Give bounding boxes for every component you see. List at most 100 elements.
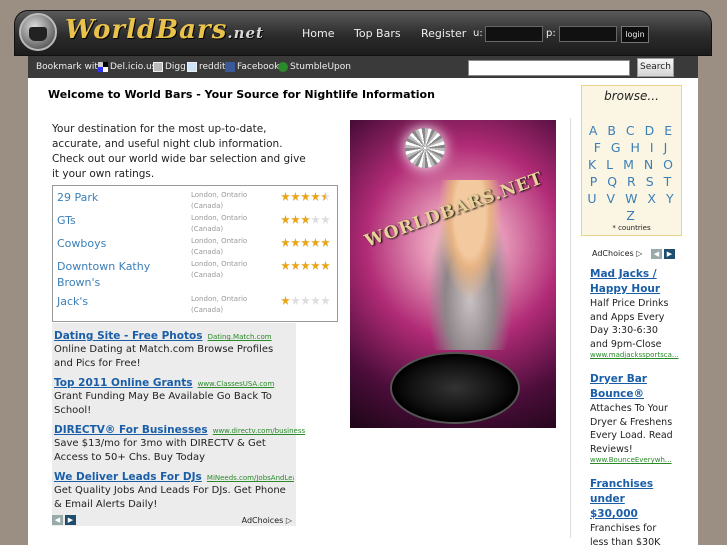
bar-link[interactable]: 29 Park [57, 190, 185, 206]
site-header: WorldBars.net Home Top Bars Register u: … [14, 10, 712, 56]
star-icon [311, 296, 320, 305]
next-arrow-icon[interactable]: ▶ [65, 515, 76, 525]
countries-link[interactable]: * countries [582, 224, 681, 232]
search-input[interactable] [468, 60, 630, 76]
delicious-icon [98, 62, 108, 72]
bar-link[interactable]: Downtown Kathy Brown's [57, 259, 185, 291]
next-arrow-icon[interactable]: ▶ [664, 249, 675, 259]
ad-nav: ◀ ▶ [651, 249, 675, 259]
nav-register[interactable]: Register [421, 27, 466, 40]
star-icon [321, 215, 330, 224]
star-icon [291, 261, 300, 270]
logo-suffix: .net [227, 24, 264, 42]
divider [570, 118, 571, 538]
star-icon [311, 215, 320, 224]
star-icon [301, 296, 310, 305]
adchoices-label[interactable]: AdChoices ▷ [592, 249, 642, 258]
nav-home[interactable]: Home [302, 27, 334, 40]
bookmark-facebook[interactable]: Facebook [225, 62, 279, 72]
ad-item: Dryer Bar Bounce® Attaches To Your Dryer… [590, 372, 676, 464]
turntable-icon [390, 352, 520, 424]
star-icon [291, 215, 300, 224]
rating-stars [281, 296, 330, 305]
adchoices-label[interactable]: AdChoices ▷ [242, 516, 292, 525]
prev-arrow-icon[interactable]: ◀ [52, 515, 63, 525]
star-icon [291, 238, 300, 247]
star-icon [281, 296, 290, 305]
stumbleupon-icon [278, 62, 288, 72]
star-icon [321, 192, 330, 201]
top-bars-list: 29 Park London, Ontario (Canada) GTs Lond… [52, 185, 338, 322]
rating-stars [281, 238, 330, 247]
bar-location: London, Ontario (Canada) [191, 260, 248, 279]
reddit-icon [187, 62, 197, 72]
bookmark-reddit[interactable]: reddit [187, 62, 226, 72]
bookmark-label: Bookmark with: [36, 62, 107, 72]
ad-body: Grant Funding May Be Available Go Back T… [54, 391, 272, 416]
star-icon [301, 238, 310, 247]
logo-icon [19, 13, 57, 51]
ad-url[interactable]: Dating.Match.com [208, 333, 272, 341]
bar-location: London, Ontario (Canada) [191, 237, 248, 256]
ad-url[interactable]: www.ClassesUSA.com [198, 380, 275, 388]
list-item: GTs London, Ontario (Canada) [53, 213, 337, 236]
star-icon [321, 261, 330, 270]
ad-body: Online Dating at Match.com Browse Profil… [54, 344, 274, 369]
bar-link[interactable]: Jack's [57, 294, 185, 310]
password-label: p: [546, 28, 556, 39]
ad-title[interactable]: We Deliver Leads For DJs [54, 471, 202, 483]
nav-top-bars[interactable]: Top Bars [354, 27, 401, 40]
bar-link[interactable]: Cowboys [57, 236, 185, 252]
bookmark-digg[interactable]: Digg [153, 62, 186, 72]
ad-title[interactable]: Dating Site - Free Photos [54, 330, 202, 342]
rating-stars [281, 261, 330, 270]
ad-url[interactable]: MiNeeds.com/JobsAndLeadsFo [207, 474, 294, 482]
ad-body: Save $13/mo for 3mo with DIRECTV & Get A… [54, 438, 266, 463]
ad-item: Top 2011 Online Grants www.ClassesUSA.co… [54, 371, 294, 418]
browse-box: browse... A B C D E F G H I J K L M N O … [581, 85, 682, 236]
search-button[interactable]: Search [637, 58, 674, 77]
bar-link[interactable]: GTs [57, 213, 185, 229]
ad-title[interactable]: DIRECTV® For Businesses [54, 424, 208, 436]
ad-body: Get Quality Jobs And Leads For DJs. Get … [54, 485, 286, 510]
star-icon [321, 238, 330, 247]
list-item: Jack's London, Ontario (Canada) [53, 294, 337, 317]
ad-title[interactable]: Dryer Bar Bounce® [590, 372, 676, 402]
site-logo[interactable]: WorldBars.net [65, 15, 264, 45]
password-input[interactable] [559, 26, 617, 42]
star-icon [281, 261, 290, 270]
intro-text: Your destination for the most up-to-date… [52, 123, 306, 180]
ad-item: Dating Site - Free Photos Dating.Match.c… [54, 324, 294, 371]
ad-url[interactable]: www.directv.com/business [213, 427, 305, 435]
bar-location: London, Ontario (Canada) [191, 191, 248, 210]
ad-item: DIRECTV® For Businesses www.directv.com/… [54, 418, 305, 465]
prev-arrow-icon[interactable]: ◀ [651, 249, 662, 259]
browse-letters[interactable]: A B C D E F G H I J K L M N O P Q R S T … [586, 122, 678, 224]
star-icon [301, 261, 310, 270]
list-item: Cowboys London, Ontario (Canada) [53, 236, 337, 259]
ad-title[interactable]: Mad Jacks / Happy Hour [590, 267, 676, 297]
ad-body: Half Price Drinks and Apps Every Day 3:3… [590, 298, 669, 350]
bar-location: London, Ontario (Canada) [191, 214, 248, 233]
star-icon [281, 192, 290, 201]
ad-item: Mad Jacks / Happy Hour Half Price Drinks… [590, 267, 679, 359]
ad-item: We Deliver Leads For DJs MiNeeds.com/Job… [54, 465, 294, 512]
bar-location: London, Ontario (Canada) [191, 295, 248, 314]
ad-title[interactable]: Franchises under $30,000 [590, 477, 676, 522]
bookmark-stumbleupon[interactable]: StumbleUpon [278, 62, 351, 72]
ad-block: Dating Site - Free Photos Dating.Match.c… [52, 323, 305, 526]
bookmark-bar: Bookmark with: Del.icio.us Digg reddit F… [28, 56, 698, 78]
ad-title[interactable]: Top 2011 Online Grants [54, 377, 193, 389]
disco-ball-icon [405, 128, 445, 168]
ad-url[interactable]: www.madjackssportsca... [590, 351, 679, 359]
username-input[interactable] [485, 26, 543, 42]
star-icon [301, 192, 310, 201]
login-button[interactable]: login [621, 26, 649, 43]
bookmark-delicious[interactable]: Del.icio.us [98, 62, 156, 72]
ad-nav: ◀ ▶ [52, 515, 76, 525]
star-icon [301, 215, 310, 224]
ad-url[interactable]: www.BounceEverywh... [590, 456, 676, 464]
star-icon [291, 296, 300, 305]
star-icon [281, 215, 290, 224]
username-label: u: [473, 28, 483, 39]
